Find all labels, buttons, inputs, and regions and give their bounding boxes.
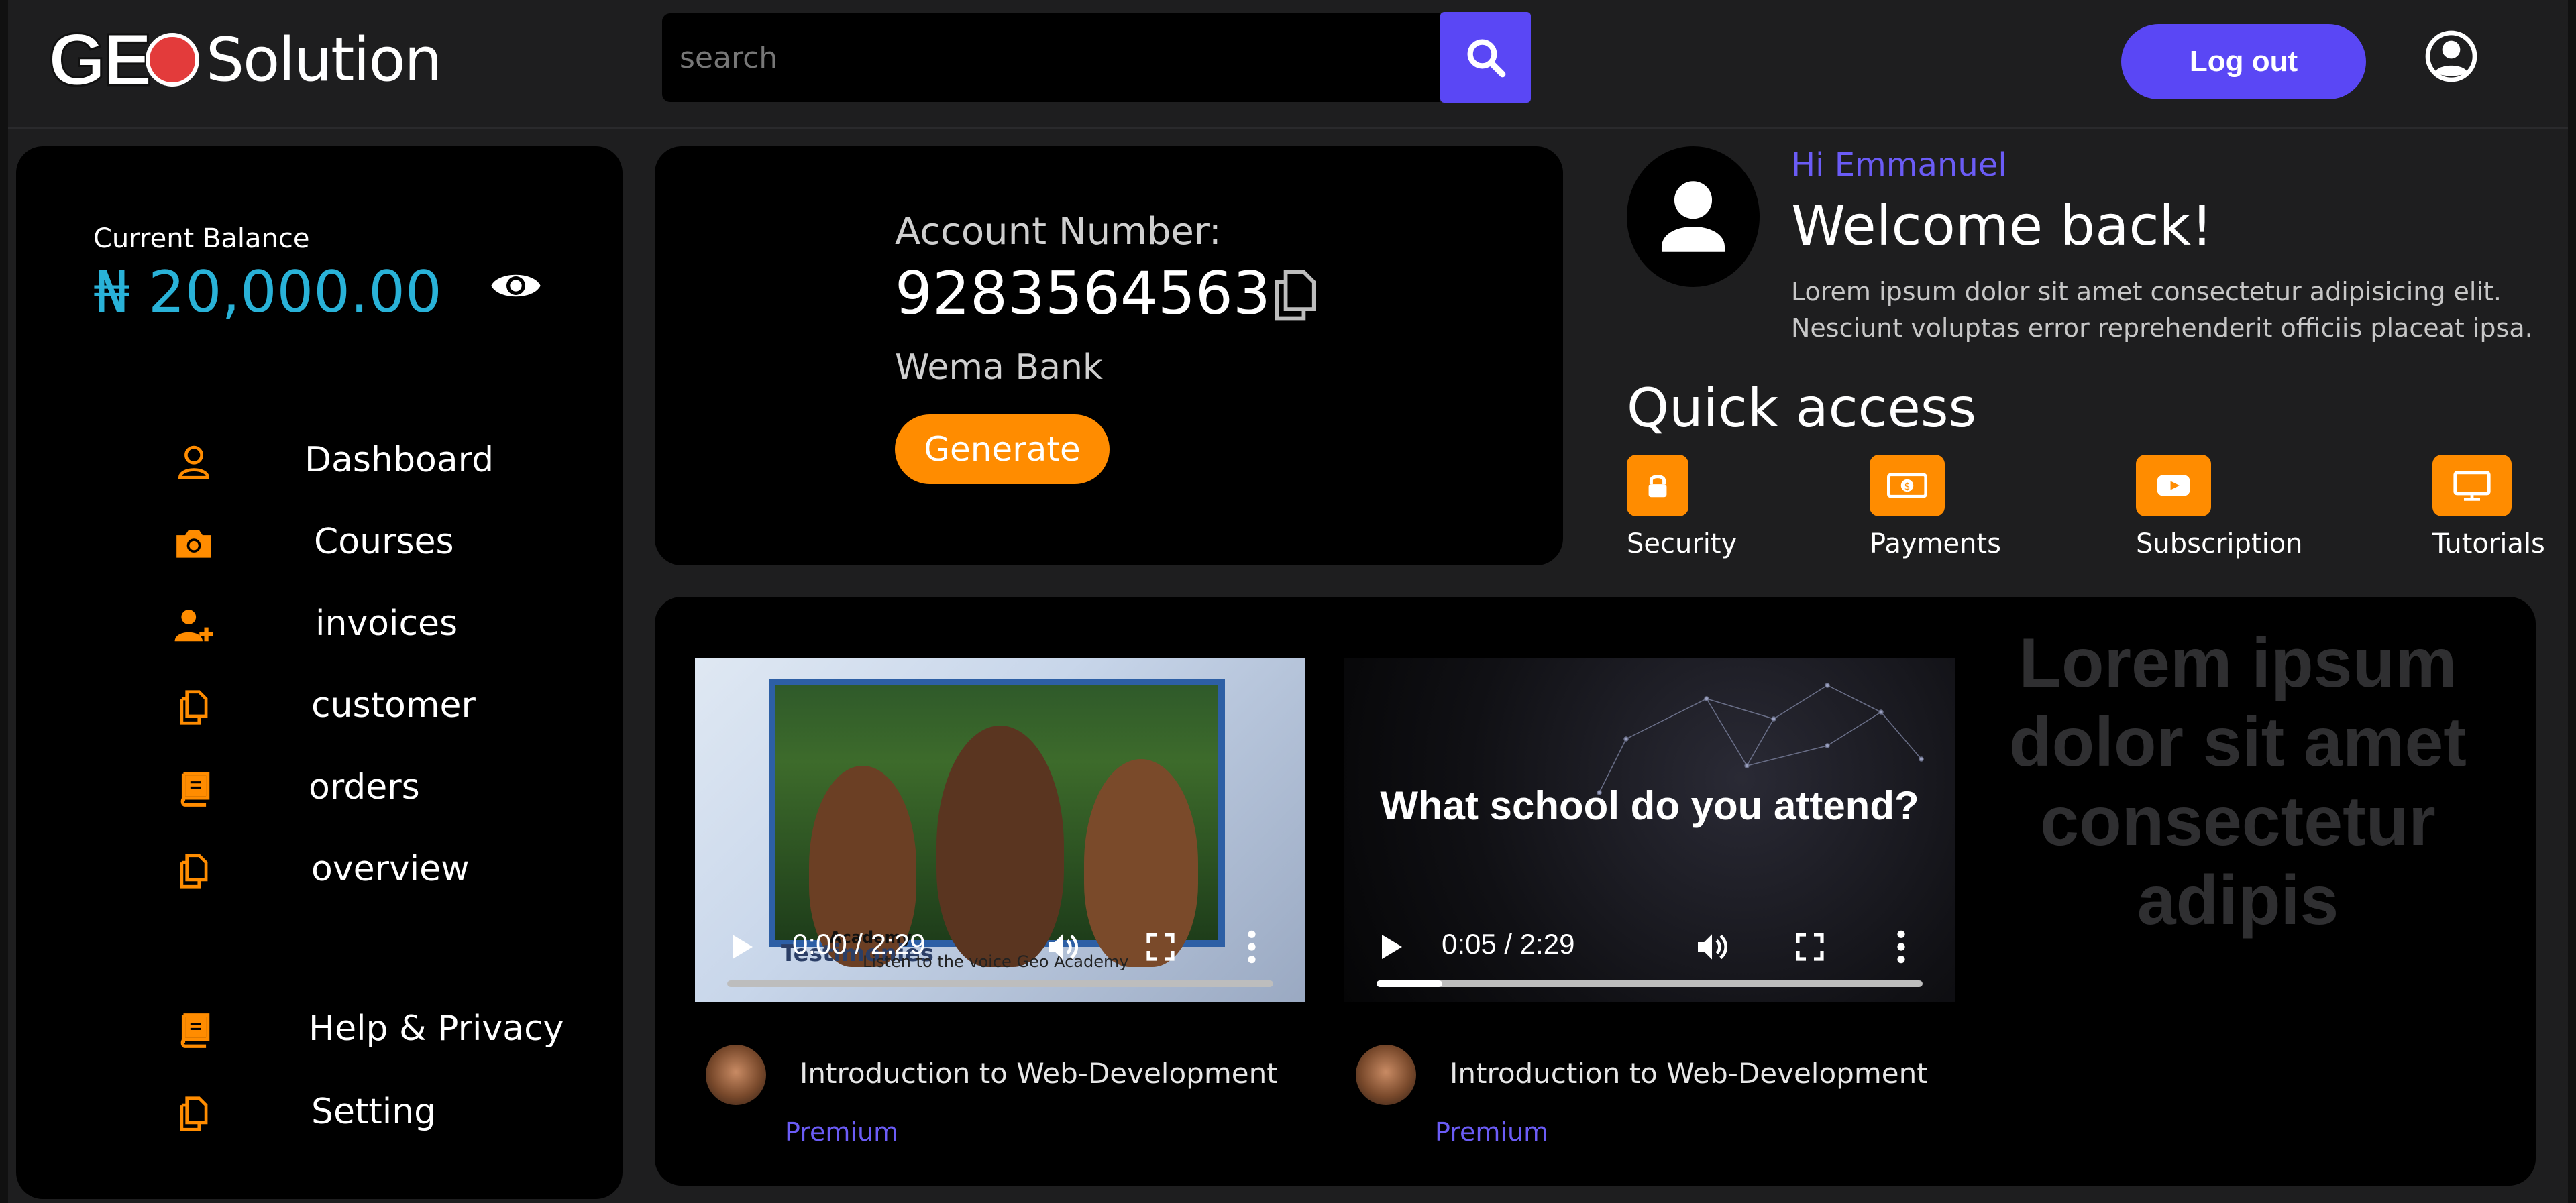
quick-access-label: Payments	[1870, 528, 2001, 559]
balance-label: Current Balance	[93, 223, 310, 254]
copy-icon	[180, 1096, 208, 1131]
ghost-placeholder-text: Lorem ipsum dolor sit amet consectetur a…	[2009, 624, 2467, 939]
video-controls: 0:05 / 2:29	[1344, 908, 1955, 1002]
window-frame-left	[0, 0, 8, 1203]
quick-access-tutorials[interactable]: Tutorials	[2432, 455, 2545, 559]
account-card: Account Number: 9283564563 Wema Bank Gen…	[655, 146, 1563, 565]
logo-solution-text: Solution	[205, 24, 443, 95]
sidebar-item-orders[interactable]: orders	[16, 762, 623, 815]
quick-access-label: Security	[1627, 528, 1737, 559]
greeting: Hi Emmanuel	[1791, 146, 2007, 184]
more-options-icon[interactable]	[1245, 928, 1258, 966]
sidebar: Current Balance ₦ 20,000.00 Dashboard Co…	[16, 146, 623, 1199]
copy-icon	[180, 854, 208, 889]
copy-icon	[180, 690, 208, 725]
bank-name: Wema Bank	[895, 347, 1104, 388]
user-plus-icon	[174, 610, 213, 642]
video-thumbnail	[769, 679, 1225, 967]
welcome-text: Lorem ipsum dolor sit amet consectetur a…	[1791, 277, 2533, 343]
sidebar-item-invoices[interactable]: invoices	[16, 598, 623, 652]
welcome-title: Welcome back!	[1791, 194, 2213, 258]
instructor-avatar	[1356, 1045, 1416, 1105]
quick-access-subscription[interactable]: Subscription	[2136, 455, 2303, 559]
account-number: 9283564563	[895, 259, 1271, 328]
sidebar-item-label: overview	[311, 849, 470, 889]
eye-icon[interactable]	[489, 259, 543, 312]
quick-access-title: Quick access	[1627, 377, 1977, 439]
avatar	[1627, 146, 1760, 287]
volume-icon[interactable]	[1693, 928, 1731, 966]
monitor-icon	[2432, 455, 2512, 516]
camera-icon	[176, 530, 211, 558]
account-number-label: Account Number:	[895, 210, 1222, 253]
logo-o-dot	[145, 33, 199, 87]
sidebar-item-setting[interactable]: Setting	[16, 1086, 623, 1140]
fullscreen-icon[interactable]	[1144, 931, 1177, 963]
book-icon	[180, 1013, 210, 1048]
play-icon[interactable]	[1378, 932, 1405, 962]
svg-text:$: $	[1904, 481, 1911, 492]
user-icon	[178, 445, 209, 479]
book-icon	[180, 772, 210, 807]
search-bar	[662, 12, 1534, 103]
video-controls: 0:00 / 2:29	[695, 908, 1305, 1002]
course-title: Introduction to Web-Development	[1450, 1057, 1928, 1090]
sidebar-item-dashboard[interactable]: Dashboard	[16, 435, 623, 488]
logout-button[interactable]: Log out	[2121, 24, 2366, 99]
sidebar-item-courses[interactable]: Courses	[16, 516, 623, 570]
course-title: Introduction to Web-Development	[800, 1057, 1278, 1090]
search-icon	[1467, 39, 1505, 77]
search-input[interactable]	[662, 13, 1440, 102]
sidebar-item-label: Help & Privacy	[309, 1009, 564, 1049]
quick-access-payments[interactable]: $ Payments	[1870, 455, 2001, 559]
user-avatar-icon	[1661, 181, 1725, 252]
copy-icon[interactable]	[1264, 264, 1326, 326]
sidebar-item-label: Dashboard	[305, 440, 494, 480]
top-header: GE Solution Log out	[8, 0, 2568, 129]
videos-panel: Testimonies Listen to the voice Geo Acad…	[655, 597, 2536, 1186]
quick-access-label: Subscription	[2136, 528, 2303, 559]
search-button[interactable]	[1440, 12, 1531, 103]
window-frame-right	[2568, 0, 2576, 1203]
volume-icon[interactable]	[1044, 928, 1081, 966]
sidebar-item-label: orders	[309, 767, 420, 807]
video-title: What school do you attend?	[1380, 783, 1919, 828]
sidebar-item-label: invoices	[315, 604, 458, 644]
instructor-avatar	[706, 1045, 766, 1105]
sidebar-item-customer[interactable]: customer	[16, 680, 623, 734]
generate-button[interactable]: Generate	[895, 414, 1110, 484]
lock-icon	[1627, 455, 1688, 516]
video-player[interactable]: Testimonies Listen to the voice Geo Acad…	[695, 658, 1305, 1002]
user-circle-icon[interactable]	[2424, 30, 2478, 83]
geo-solution-logo[interactable]: GE Solution	[48, 17, 443, 102]
money-icon: $	[1870, 455, 1945, 516]
sidebar-item-label: Setting	[311, 1092, 437, 1132]
premium-tag: Premium	[1435, 1117, 1549, 1147]
youtube-icon	[2136, 455, 2211, 516]
video-progress-bar[interactable]	[1377, 980, 1923, 987]
video-time: 0:05 / 2:29	[1442, 928, 1575, 960]
sidebar-item-help-privacy[interactable]: Help & Privacy	[16, 1003, 623, 1057]
sidebar-item-label: Courses	[314, 522, 454, 562]
sidebar-item-overview[interactable]: overview	[16, 844, 623, 897]
more-options-icon[interactable]	[1894, 928, 1908, 966]
video-progress-fill	[1377, 980, 1442, 987]
balance-value: ₦ 20,000.00	[93, 259, 442, 326]
video-time: 0:00 / 2:29	[792, 928, 926, 960]
video-player[interactable]: What school do you attend? 0:05 / 2:29	[1344, 658, 1955, 1002]
sidebar-item-label: customer	[311, 685, 476, 726]
quick-access-security[interactable]: Security	[1627, 455, 1737, 559]
play-icon[interactable]	[729, 932, 755, 962]
quick-access-label: Tutorials	[2432, 528, 2545, 559]
fullscreen-icon[interactable]	[1794, 931, 1826, 963]
video-progress-bar[interactable]	[727, 980, 1273, 987]
premium-tag: Premium	[785, 1117, 899, 1147]
logo-ge-text: GE	[48, 17, 154, 102]
